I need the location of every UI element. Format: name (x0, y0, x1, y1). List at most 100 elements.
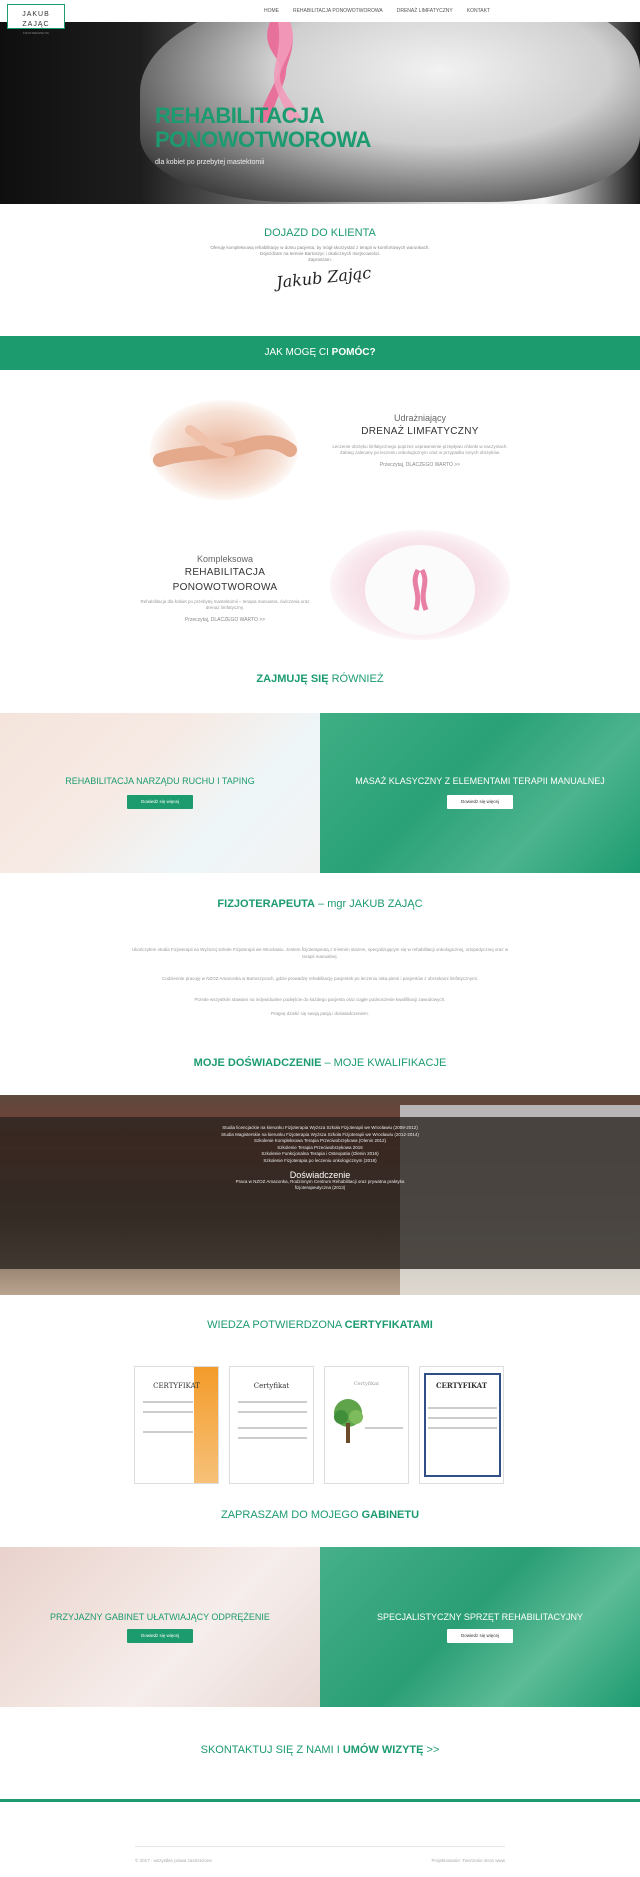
ribbon-photo-icon (365, 545, 475, 635)
tile-rehabilitacja-photo (0, 713, 320, 873)
tile-masaz-title: MASAŻ KLASYCZNY Z ELEMENTAMI TERAPII MAN… (355, 776, 605, 786)
about-heading: FIZJOTERAPEUTA – mgr JAKUB ZAJĄC (0, 897, 640, 913)
footer-divider (135, 1846, 505, 1847)
logo[interactable]: JAKUB ZAJĄC FIZJOTERAPEUTA (7, 4, 65, 35)
contact-bold: UMÓW WIZYTĘ (342, 1744, 424, 1756)
help-band-bold: POMÓC? (331, 347, 376, 358)
cert-line (238, 1401, 307, 1403)
hero-title-line2: PONOWOTWOROWA (155, 127, 371, 152)
cert-line (143, 1411, 193, 1413)
cert-line (428, 1407, 497, 1409)
dojazd-line2: Dojeżdżam na terenie Bartoszyc i okolicz… (259, 250, 381, 256)
service-drenaz-more-link[interactable]: Przeczytaj, DLACZEGO WARTO >> (330, 462, 510, 469)
tile-rehabilitacja-button[interactable]: Dowiedz się więcej (127, 795, 193, 809)
about-heading-rest: – mgr JAKUB ZAJĄC (315, 898, 423, 910)
help-band-prefix: JAK MOGĘ CI (264, 347, 332, 358)
also-heading-prefix: ZAJMUJĘ SIĘ (256, 673, 332, 685)
experience-text: Praca w NZOZ Amazonka, Rodzinnym Centrum… (235, 1178, 405, 1191)
contact-prefix: SKONTAKTUJ SIĘ Z NAMI I (200, 1744, 343, 1756)
experience-heading-rest: – MOJE KWALIFIKACJE (321, 1057, 447, 1069)
page: JAKUB ZAJĄC FIZJOTERAPEUTA HOME REHABILI… (0, 0, 640, 1877)
cert-line (238, 1427, 307, 1429)
hero-title: REHABILITACJA PONOWOTWOROWA (155, 104, 371, 152)
experience-section: Studia licencjackie na kierunku Fizjoter… (0, 1095, 640, 1295)
service-drenaz-small: Udrażniający (393, 413, 447, 423)
about-p1: Ukończyłem studia Fizjoterapii na Wyższe… (131, 947, 509, 959)
dojazd-text: Oferuję kompleksową rehabilitację w domu… (0, 245, 640, 263)
dojazd-line3: Zapraszam. (308, 256, 332, 262)
certificate-1-title: CERTYFIKAT (153, 1382, 200, 1390)
also-heading: ZAJMUJĘ SIĘ RÓWNIEŻ (0, 672, 640, 688)
cert-line (365, 1427, 403, 1429)
tile-rehabilitacja[interactable]: REHABILITACJA NARZĄDU RUCHU I TAPING Dow… (0, 713, 320, 873)
about-p3: Przede wszystkim stawiam na indywidualne… (194, 997, 446, 1002)
hero-banner: REHABILITACJA PONOWOTWOROWA dla kobiet p… (0, 22, 640, 204)
certificate-3-title: Certyfikat (353, 1381, 380, 1387)
certificate-3[interactable]: Certyfikat (324, 1366, 409, 1484)
tile-gabinet-button[interactable]: Dowiedz się więcej (127, 1629, 193, 1643)
contact-cta[interactable]: SKONTAKTUJ SIĘ Z NAMI I UMÓW WIZYTĘ >> (0, 1743, 640, 1759)
about-p2: Codziennie pracuję w NZOZ Amazonka w Bar… (161, 976, 479, 981)
help-band: JAK MOGĘ CI POMÓC? (0, 336, 640, 370)
certs-heading-bold: CERTYFIKATAMI (344, 1319, 433, 1331)
footer-accent-line (0, 1799, 640, 1802)
cert-line (143, 1431, 193, 1433)
qualification-item: Szkolenie Fizjoterapia po leczeniu onkol… (263, 1157, 377, 1163)
certificate-1[interactable]: CERTYFIKAT (134, 1366, 219, 1484)
qualifications-list: Studia licencjackie na kierunku Fizjoter… (220, 1125, 420, 1192)
nav-drenaz[interactable]: DRENAŻ LIMFATYCZNY (397, 8, 453, 15)
tile-sprzet-photo (320, 1547, 640, 1707)
nav-rehabilitacja[interactable]: REHABILITACJA PONOWOTWOROWA (293, 8, 383, 15)
also-heading-rest: RÓWNIEŻ (331, 673, 384, 685)
tile-gabinet[interactable]: PRZYJAZNY GABINET UŁATWIAJĄCY ODPRĘŻENIE… (0, 1547, 320, 1707)
dojazd-line1: Oferuję kompleksową rehabilitację w domu… (210, 244, 430, 250)
tile-masaz-photo (320, 713, 640, 873)
tree-icon (334, 1399, 363, 1443)
cabinet-heading: ZAPRASZAM DO MOJEGO GABINETU (0, 1508, 640, 1524)
cert-line (238, 1411, 307, 1413)
dojazd-section: DOJAZD DO KLIENTA Oferuję kompleksową re… (0, 226, 640, 263)
service-drenaz-title: DRENAŻ LIMFATYCZNY (361, 426, 479, 438)
tile-sprzet[interactable]: SPECJALISTYCZNY SPRZĘT REHABILITACYJNY D… (320, 1547, 640, 1707)
certificate-4[interactable]: CERTYFIKAT (419, 1366, 504, 1484)
rehab-photo (330, 530, 510, 640)
tile-gabinet-photo (0, 1547, 320, 1707)
tile-masaz[interactable]: MASAŻ KLASYCZNY Z ELEMENTAMI TERAPII MAN… (320, 713, 640, 873)
footer-credits-link[interactable]: Projektowanie: Tworzenie stron www (432, 1858, 505, 1865)
dojazd-title: DOJAZD DO KLIENTA (264, 227, 376, 239)
logo-name: JAKUB ZAJĄC (22, 11, 50, 29)
qualification-item: Studia licencjackie na kierunku Fizjoter… (222, 1125, 418, 1130)
experience-heading-bold: MOJE DOŚWIADCZENIE (193, 1057, 322, 1069)
cert-line (428, 1427, 497, 1429)
certificate-2-title: Certyfikat (253, 1382, 290, 1390)
service-rehab: Kompleksowa REHABILITACJA PONOWOTWOROWA … (135, 553, 315, 624)
about-heading-bold: FIZJOTERAPEUTA (217, 898, 315, 910)
certs-heading-prefix: WIEDZA POTWIERDZONA (207, 1319, 345, 1331)
service-rehab-desc: Rehabilitacja dla kobiet po przebytej ma… (140, 599, 310, 611)
tile-masaz-button[interactable]: Dowiedz się więcej (447, 795, 513, 809)
hero-title-line1: REHABILITACJA (155, 103, 325, 128)
cert-line (238, 1437, 307, 1439)
tile-sprzet-button[interactable]: Dowiedz się więcej (447, 1629, 513, 1643)
certificate-2[interactable]: Certyfikat (229, 1366, 314, 1484)
cabinet-heading-bold: GABINETU (361, 1509, 420, 1521)
cabinet-heading-prefix: ZAPRASZAM DO MOJEGO (220, 1509, 362, 1521)
certificate-4-title: CERTYFIKAT (435, 1381, 488, 1390)
logo-subtitle: FIZJOTERAPEUTA (22, 31, 50, 36)
tile-rehabilitacja-title: REHABILITACJA NARZĄDU RUCHU I TAPING (65, 776, 255, 786)
about-p4: Pragnę dzielić się swoją pasją i doświad… (270, 1011, 370, 1016)
service-drenaz: Udrażniający DRENAŻ LIMFATYCZNY Leczenie… (330, 412, 510, 469)
cert-line (428, 1417, 497, 1419)
experience-heading: MOJE DOŚWIADCZENIE – MOJE KWALIFIKACJE (0, 1056, 640, 1072)
nav-home[interactable]: HOME (264, 8, 279, 15)
tile-gabinet-title: PRZYJAZNY GABINET UŁATWIAJĄCY ODPRĘŻENIE (50, 1612, 270, 1622)
service-rehab-more-link[interactable]: Przeczytaj, DLACZEGO WARTO >> (135, 617, 315, 624)
footer-copyright: © 2017 - wszystkie prawa zastrzeżone (135, 1858, 212, 1863)
tile-sprzet-title: SPECJALISTYCZNY SPRZĘT REHABILITACYJNY (376, 1612, 584, 1622)
hero-tagline: dla kobiet po przebytej mastektomii (155, 159, 265, 166)
contact-arrow: >> (423, 1744, 440, 1756)
cert-line (143, 1401, 193, 1403)
nav-kontakt[interactable]: KONTAKT (467, 8, 490, 15)
certs-heading: WIEDZA POTWIERDZONA CERTYFIKATAMI (0, 1318, 640, 1334)
signature: Jakub Zając (275, 263, 373, 292)
